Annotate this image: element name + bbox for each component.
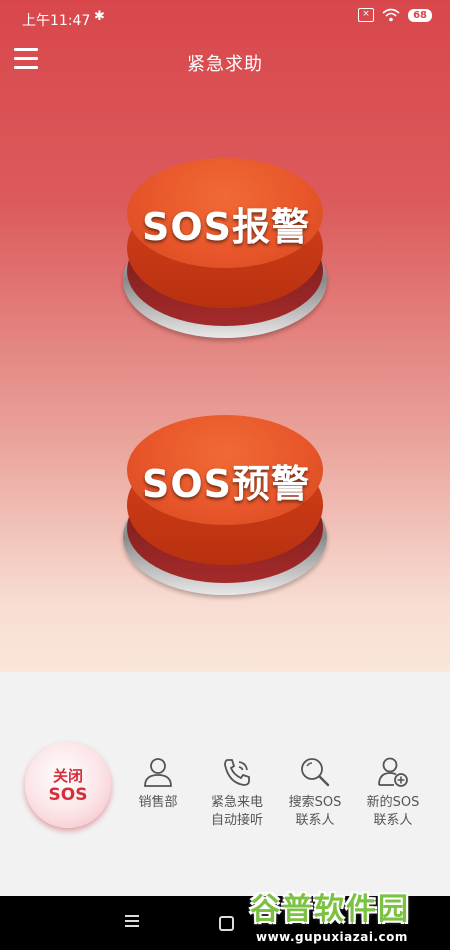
sos-alarm-button[interactable]: SOS报警	[115, 158, 337, 348]
status-time: 上午11:47	[22, 13, 91, 29]
home-icon[interactable]	[219, 916, 234, 931]
search-sos-label-2: 联系人	[295, 813, 335, 828]
bottom-panel: 关闭 SOS 销售部 紧急来电 自动接听 搜索SOS 联系人 新的SOS 联系人	[0, 672, 450, 896]
phone-call-icon	[202, 752, 272, 788]
recent-apps-icon[interactable]	[125, 915, 139, 930]
sos-warning-label: SOS预警	[141, 462, 311, 506]
watermark-brand: 谷普软件园	[250, 892, 410, 927]
app-header: 紧急求助	[0, 40, 450, 84]
watermark: 谷普软件园 www.gupuxiazai.com	[250, 884, 448, 946]
sos-warning-button[interactable]: SOS预警	[115, 415, 337, 605]
add-person-icon	[358, 752, 428, 788]
battery-indicator: 68	[408, 8, 432, 22]
auto-answer-button[interactable]: 紧急来电 自动接听	[202, 752, 272, 830]
bluetooth-icon: ✱	[94, 9, 105, 24]
search-sos-label-1: 搜索SOS	[288, 795, 342, 810]
sos-alarm-label: SOS报警	[141, 205, 311, 249]
close-sos-button[interactable]: 关闭 SOS	[25, 742, 111, 828]
new-sos-contact-button[interactable]: 新的SOS 联系人	[358, 752, 428, 830]
sales-dept-button[interactable]: 销售部	[123, 752, 193, 812]
wifi-icon	[382, 8, 400, 22]
watermark-url: www.gupuxiazai.com	[256, 930, 408, 944]
auto-answer-label-2: 自动接听	[210, 813, 263, 828]
sim-icon: ×	[358, 8, 375, 22]
new-sos-label-1: 新的SOS	[366, 795, 420, 810]
person-icon	[123, 752, 193, 788]
auto-answer-label-1: 紧急来电	[210, 795, 263, 810]
close-sos-label-2: SOS	[48, 785, 88, 805]
sales-dept-label: 销售部	[138, 795, 178, 810]
status-right: × 68	[358, 8, 432, 22]
close-sos-label-1: 关闭	[52, 767, 83, 785]
page-title: 紧急求助	[187, 54, 263, 75]
search-sos-contact-button[interactable]: 搜索SOS 联系人	[280, 752, 350, 830]
status-bar: 上午11:47 ✱ × 68	[0, 0, 450, 36]
search-icon	[280, 752, 350, 788]
new-sos-label-2: 联系人	[373, 813, 413, 828]
